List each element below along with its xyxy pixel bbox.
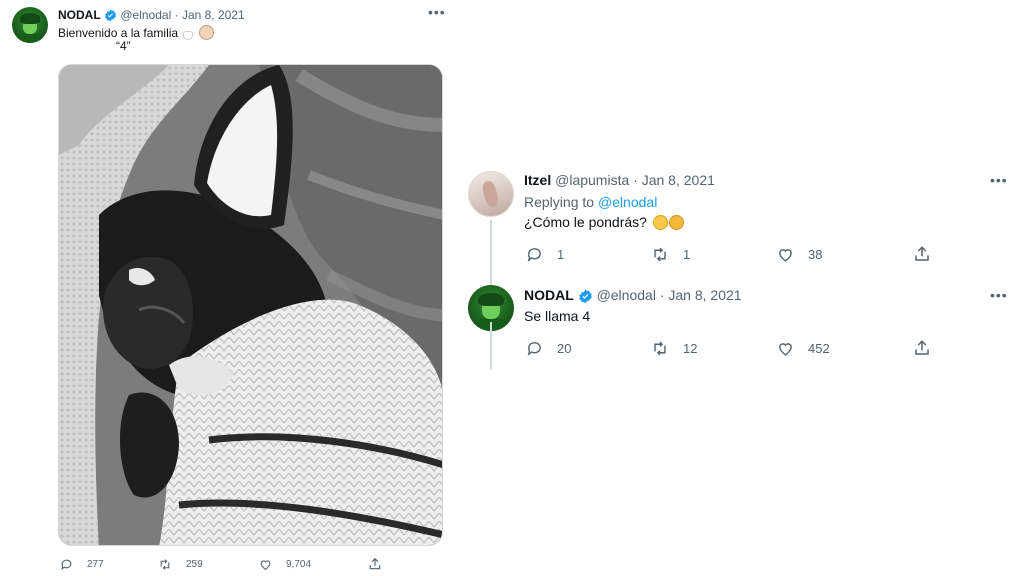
reply-count: 1 <box>557 247 565 262</box>
reply-author-handle[interactable]: @lapumista <box>555 172 629 188</box>
retweet-icon <box>160 559 170 570</box>
replying-to-line: Replying to @elnodal <box>524 194 657 210</box>
dog-face-icon <box>198 25 214 40</box>
heart-icon <box>779 249 792 262</box>
like-count: 38 <box>808 247 823 262</box>
reply-icon <box>61 559 72 571</box>
share-icon <box>369 557 381 570</box>
tweet-text-line2: “4” <box>116 39 131 53</box>
tweet-text: Bienvenido a la familia <box>58 25 214 40</box>
retweet-count: 1 <box>683 247 691 262</box>
smiling-face-icon <box>652 215 668 230</box>
reply-author-name[interactable]: Itzel <box>524 172 551 188</box>
tweet-text-line1: Bienvenido a la familia <box>58 26 179 40</box>
author-avatar[interactable] <box>12 7 48 43</box>
more-options-icon[interactable]: ••• <box>990 172 1008 188</box>
separator-dot: · <box>633 172 638 188</box>
reply-button[interactable]: 20 <box>526 340 571 357</box>
like-button[interactable]: 9,704 <box>259 558 311 571</box>
like-count: 9,704 <box>286 559 312 570</box>
reply-text-content: ¿Cómo le pondrás? <box>524 214 647 230</box>
separator-dot: · <box>174 8 179 22</box>
reply-header: Itzel @lapumista · Jan 8, 2021 <box>524 172 715 188</box>
tweet-date[interactable]: Jan 8, 2021 <box>182 8 245 22</box>
heart-icon <box>779 343 792 356</box>
reply-icon <box>527 248 541 262</box>
reply-text: ¿Cómo le pondrás? <box>524 214 684 230</box>
share-icon <box>915 340 929 355</box>
like-count: 452 <box>808 341 830 356</box>
retweet-count: 259 <box>186 559 203 570</box>
retweet-icon <box>654 341 666 356</box>
replying-to-handle[interactable]: @elnodal <box>598 194 657 210</box>
reply-count: 20 <box>557 341 572 356</box>
verified-badge-icon <box>105 9 116 22</box>
tweet-photo[interactable] <box>58 64 443 546</box>
reply-author-handle[interactable]: @elnodal <box>597 287 656 303</box>
reply-author-avatar[interactable] <box>468 171 514 217</box>
share-button[interactable] <box>913 245 931 263</box>
retweet-count: 12 <box>683 341 698 356</box>
tweet-header: NODAL @elnodal · Jan 8, 2021 <box>58 8 245 22</box>
reply-author-name[interactable]: NODAL <box>524 287 574 303</box>
retweet-button[interactable]: 12 <box>651 340 697 357</box>
hugging-face-icon <box>668 215 684 230</box>
verified-badge-icon <box>578 289 592 304</box>
like-button[interactable]: 452 <box>777 340 830 357</box>
share-button[interactable] <box>913 339 931 357</box>
heart-icon <box>260 560 271 571</box>
share-icon <box>915 246 929 261</box>
more-options-icon[interactable]: ••• <box>428 4 446 20</box>
reply-count: 277 <box>87 559 104 570</box>
reply-button[interactable]: 1 <box>526 246 564 263</box>
reply-text: Se llama 4 <box>524 308 591 324</box>
reply-date[interactable]: Jan 8, 2021 <box>642 172 715 188</box>
white-heart-icon <box>183 31 194 40</box>
reply-icon <box>527 342 541 356</box>
reply-date[interactable]: Jan 8, 2021 <box>668 287 741 303</box>
thread-connector-line <box>490 322 492 370</box>
author-name[interactable]: NODAL <box>58 8 101 22</box>
retweet-icon <box>654 247 666 262</box>
more-options-icon[interactable]: ••• <box>990 287 1008 303</box>
reply-header: NODAL @elnodal · Jan 8, 2021 <box>524 287 742 304</box>
separator-dot: · <box>659 287 665 303</box>
share-button[interactable] <box>368 557 382 571</box>
replying-to-label: Replying to <box>524 194 595 210</box>
reply-button[interactable]: 277 <box>60 558 104 571</box>
author-handle[interactable]: @elnodal <box>120 8 171 22</box>
retweet-button[interactable]: 259 <box>158 558 203 571</box>
retweet-button[interactable]: 1 <box>651 246 690 263</box>
like-button[interactable]: 38 <box>777 246 822 263</box>
